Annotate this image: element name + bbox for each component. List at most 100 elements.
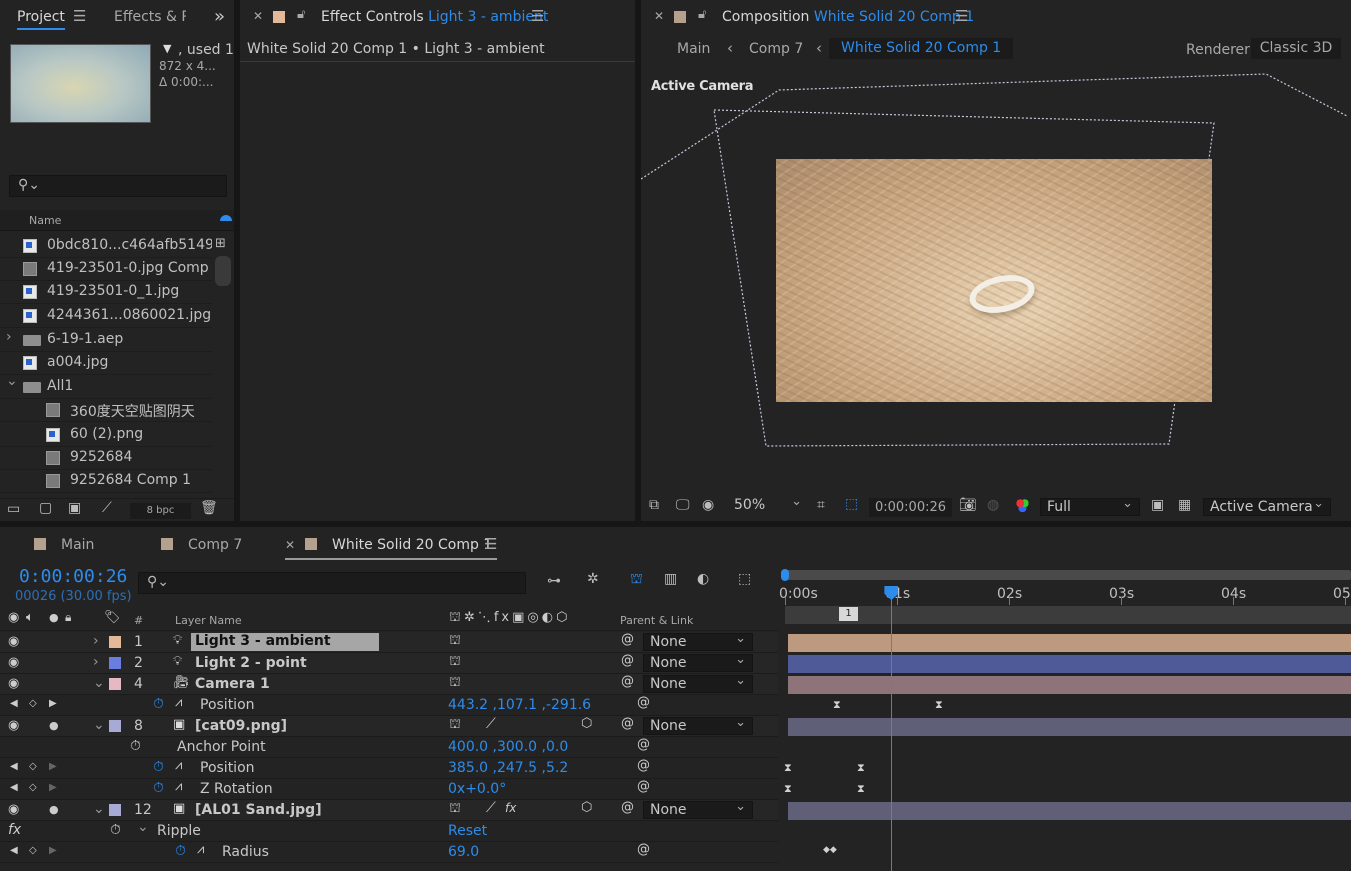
layer-name-header[interactable]: Layer Name <box>175 614 242 627</box>
flowchart-icon[interactable]: ⊞ <box>215 236 226 251</box>
chevron-right-icon[interactable]: › <box>6 329 12 345</box>
next-keyframe-icon[interactable]: ▶ <box>49 698 57 709</box>
shy-layers-icon[interactable]: ⛫ <box>630 571 643 589</box>
project-list-item[interactable]: 419-23501-0_1.jpg <box>0 281 212 304</box>
work-area-start-handle[interactable] <box>781 569 789 581</box>
search-input[interactable]: ⚲⌄ <box>9 175 227 197</box>
project-list-item[interactable]: 360度天空贴图阴天 <box>0 399 212 422</box>
layer-duration-bar[interactable] <box>788 634 1351 652</box>
region-of-interest-icon[interactable]: ⬚ <box>845 496 858 512</box>
pickwhip-icon[interactable]: @ <box>621 800 634 815</box>
prev-keyframe-icon[interactable]: ◀ <box>10 782 18 793</box>
comp-viewer[interactable]: Active Camera <box>641 66 1351 490</box>
keyframe-icon[interactable]: ⧗ <box>784 761 792 775</box>
parent-select[interactable]: None <box>643 631 753 651</box>
shy-switch-icon[interactable]: ⛫ <box>449 675 461 692</box>
breadcrumb-main[interactable]: Main <box>677 41 710 57</box>
solo-icon[interactable]: ● <box>49 611 59 624</box>
composition-mini-flowchart-icon[interactable]: ⊶ <box>547 573 561 589</box>
label-color-swatch[interactable] <box>109 720 121 732</box>
new-comp-icon[interactable]: ▣ <box>68 500 81 516</box>
label-color-swatch[interactable] <box>109 678 121 690</box>
layer-row[interactable]: ◉ › 2 💡︎ Light 2 - point ⛫ @ None <box>0 652 778 674</box>
effect-switch-icon[interactable]: fx <box>505 801 516 815</box>
hamburger-icon[interactable]: ☰ <box>531 7 544 25</box>
property-value[interactable]: Reset <box>448 823 487 839</box>
keyframe-icon[interactable]: ◆◆ <box>823 845 837 855</box>
add-keyframe-icon[interactable]: ◇ <box>29 782 37 793</box>
close-icon[interactable]: ✕ <box>285 538 295 552</box>
layer-duration-bar[interactable] <box>788 676 1351 694</box>
property-row[interactable]: fx ⌄ ⏱︎ Ripple Reset <box>0 819 778 842</box>
project-list-item[interactable]: 9252684 <box>0 447 212 470</box>
stopwatch-icon[interactable]: ⏱︎ <box>175 843 186 859</box>
eye-icon[interactable]: ◉ <box>8 634 19 649</box>
layer-name[interactable]: Light 2 - point <box>195 655 307 671</box>
mask-visibility-icon[interactable]: ◉ <box>702 497 714 513</box>
graph-editor-icon[interactable]: ⬚ <box>738 571 751 587</box>
channel-rgb-icon[interactable] <box>1015 498 1030 513</box>
keyframe-icon[interactable]: ⧗ <box>857 782 865 796</box>
parent-select[interactable]: None <box>643 673 753 693</box>
parent-select[interactable]: None <box>643 715 753 735</box>
layer-row[interactable]: ◉ ● ⌄ 12 ▣ [AL01 Sand.jpg] ⛫ ⟋ fx ⬡ @ None <box>0 799 778 821</box>
monitor-icon[interactable]: 🖵︎ <box>676 497 690 513</box>
label-color-swatch[interactable] <box>109 804 121 816</box>
property-value[interactable]: 385.0 ,247.5 ,5.2 <box>448 760 568 776</box>
next-keyframe-icon[interactable]: ▶ <box>49 761 57 772</box>
solo-dot-icon[interactable]: ● <box>49 803 59 816</box>
keyframe-icon[interactable]: ⧗ <box>935 698 943 712</box>
prev-keyframe-icon[interactable]: ◀ <box>10 698 18 709</box>
property-value[interactable]: 0x+0.0° <box>448 781 506 797</box>
shy-switch-icon[interactable]: ⛫ <box>449 801 461 818</box>
label-icon[interactable]: 🏷︎ <box>104 610 121 625</box>
expression-pickwhip-icon[interactable]: @ <box>637 758 650 773</box>
expression-pickwhip-icon[interactable]: @ <box>637 737 650 752</box>
motion-blur-icon[interactable]: ◐ <box>697 571 709 587</box>
layer-duration-bar[interactable] <box>788 718 1351 736</box>
playhead[interactable] <box>891 587 893 871</box>
layer-name[interactable]: Camera 1 <box>195 676 270 692</box>
chevron-right-icon[interactable]: › <box>93 654 99 670</box>
transparency-grid-icon[interactable]: ▦ <box>1178 497 1191 513</box>
keyframe-icon[interactable]: ⧗ <box>857 761 865 775</box>
chevron-down-icon[interactable]: ⌄ <box>93 801 105 817</box>
name-column-header[interactable]: Name <box>0 210 234 231</box>
pickwhip-icon[interactable]: @ <box>621 653 634 668</box>
show-snapshot-icon[interactable]: ◍ <box>987 497 999 513</box>
property-row[interactable]: ◀ ◇ ▶ ⏱︎ ⩘ Position 443.2 ,107.1 ,-291.6 @ <box>0 695 778 716</box>
lock-icon[interactable]: 🔓︎ <box>297 7 305 22</box>
hamburger-icon[interactable]: ☰ <box>484 535 497 553</box>
layer-name[interactable]: [AL01 Sand.jpg] <box>195 802 322 818</box>
3d-layer-icon[interactable]: ⬡ <box>581 800 592 815</box>
project-list-item[interactable]: 9252684 Comp 1 <box>0 470 212 493</box>
layer-row[interactable]: ◉ › 1 💡︎ Light 3 - ambient ⛫ @ None <box>0 631 778 653</box>
stopwatch-icon[interactable]: ⏱︎ <box>153 780 164 796</box>
project-list-item[interactable]: ⌄ All1 <box>0 376 212 399</box>
close-icon[interactable]: ✕ <box>654 9 664 23</box>
parent-link-header[interactable]: Parent & Link <box>620 614 693 627</box>
property-row[interactable]: ⏱︎ Anchor Point 400.0 ,300.0 ,0.0 @ <box>0 737 778 758</box>
shy-switch-icon[interactable]: ⛫ <box>449 717 461 734</box>
trash-icon[interactable]: 🗑 <box>200 500 218 516</box>
layer-row[interactable]: ◉ ⌄ 4 🎥︎ Camera 1 ⛫ @ None <box>0 673 778 695</box>
hamburger-icon[interactable]: ☰ <box>73 7 86 25</box>
prev-keyframe-icon[interactable]: ◀ <box>10 845 18 856</box>
lock-icon[interactable]: 🔓︎ <box>698 7 706 22</box>
next-keyframe-icon[interactable]: ▶ <box>49 845 57 856</box>
shy-switch-icon[interactable]: ⛫ <box>449 654 461 671</box>
tab-comp7[interactable]: Comp 7 <box>188 537 242 553</box>
quality-switch-icon[interactable]: ⟋ <box>486 716 496 732</box>
frame-blending-icon[interactable]: ▥ <box>664 571 677 587</box>
current-timecode[interactable]: 0:00:00:26 <box>19 566 127 587</box>
parent-select[interactable]: None <box>643 652 753 672</box>
label-color-swatch[interactable] <box>109 657 121 669</box>
eye-icon[interactable]: ◉ <box>8 655 19 670</box>
close-icon[interactable]: ✕ <box>253 9 263 23</box>
work-area-bar[interactable] <box>785 570 1351 580</box>
chevron-right-icon[interactable]: › <box>93 633 99 649</box>
add-keyframe-icon[interactable]: ◇ <box>29 761 37 772</box>
graph-icon[interactable]: ⩘ <box>175 758 182 773</box>
chevron-down-icon[interactable]: ▼ <box>163 42 171 55</box>
renderer-button[interactable]: Classic 3D <box>1251 38 1341 59</box>
